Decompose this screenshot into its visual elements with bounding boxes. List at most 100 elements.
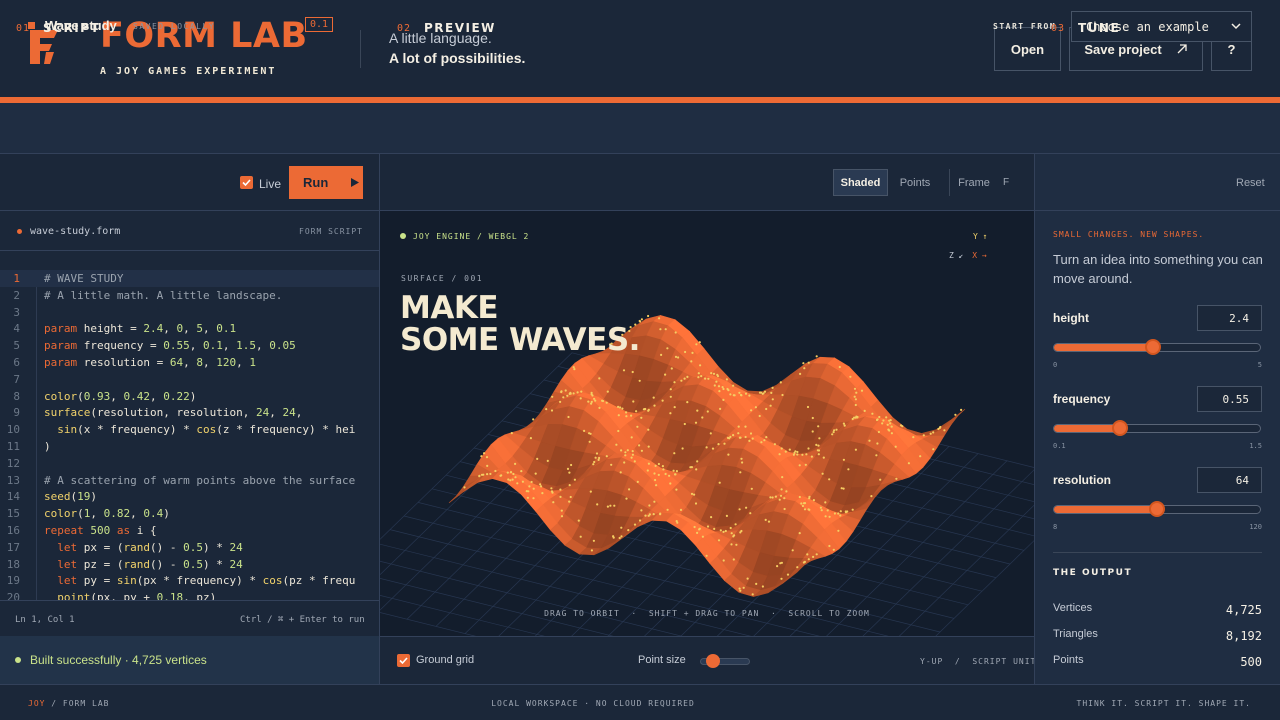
line-number: 4 <box>13 322 20 336</box>
output-value: 4,725 <box>1225 603 1262 617</box>
code-line[interactable]: 8 color(0.93, 0.42, 0.22) <box>0 388 379 405</box>
preview-panel-title: PREVIEW <box>424 21 496 35</box>
code-line[interactable]: 15 color(1, 0.82, 0.4) <box>0 505 379 522</box>
code-line[interactable]: 2 # A little math. A little landscape. <box>0 287 379 304</box>
surface-tag: SURFACE / 001 <box>401 274 484 283</box>
help-button-label: ? <box>1227 41 1236 57</box>
line-number: 5 <box>13 339 20 353</box>
param-slider-thumb[interactable] <box>1149 501 1165 517</box>
code-line[interactable]: 10 sin(x * frequency) * cos(z * frequenc… <box>0 421 379 438</box>
param-value-input[interactable]: 2.4 <box>1197 305 1262 331</box>
param-slider-thumb[interactable] <box>1111 420 1128 436</box>
code-text: point(px, py + 0.18, pz) <box>57 591 217 600</box>
headline-line-2: SOME WAVES. <box>400 322 640 358</box>
code-text: param height = 2.4, 0, 5, 0.1 <box>44 322 237 336</box>
line-number: 16 <box>6 524 20 537</box>
file-name[interactable]: wave-study.form <box>30 226 120 237</box>
engine-label: JOY ENGINE / WEBGL 2 <box>413 232 530 241</box>
code-line[interactable]: 4 param height = 2.4, 0, 5, 0.1 <box>0 320 379 337</box>
point-size-slider-thumb[interactable] <box>705 654 720 668</box>
code-line[interactable]: 1 # WAVE STUDY <box>0 270 379 287</box>
code-line[interactable]: 9 surface(resolution, resolution, 24, 24, <box>0 404 379 421</box>
open-button-label: Open <box>1010 41 1045 57</box>
code-line[interactable]: 11) <box>0 438 379 455</box>
code-line[interactable]: 5 param frequency = 0.55, 0.1, 1.5, 0.05 <box>0 337 379 354</box>
ground-grid-checkbox[interactable] <box>397 654 410 667</box>
line-number: 13 <box>6 473 20 487</box>
shaded-mode-button[interactable]: Shaded <box>833 169 888 196</box>
run-button-label: Run <box>303 175 329 190</box>
param-min-label: 0 <box>1053 361 1058 369</box>
param-min-label: 0.1 <box>1053 442 1066 450</box>
axis-x-label: X → <box>972 251 987 260</box>
code-text: color(0.93, 0.42, 0.22) <box>44 389 197 403</box>
code-line[interactable]: 20 point(px, py + 0.18, pz) <box>0 589 379 600</box>
code-line[interactable]: 14 seed(19) <box>0 488 379 505</box>
code-line[interactable]: 13 # A scattering of warm points above th… <box>0 472 379 489</box>
toolbar-divider <box>949 169 950 196</box>
live-checkbox[interactable] <box>240 176 253 189</box>
code-line[interactable]: 19 let py = sin(px * frequency) * cos(pz… <box>0 572 379 589</box>
param-value-input[interactable]: 0.55 <box>1197 386 1262 412</box>
frame-button[interactable]: Frame <box>957 169 991 196</box>
tune-description: Turn an idea into something you can move… <box>1053 252 1263 286</box>
code-line[interactable]: 3 <box>0 304 379 321</box>
version-badge: 0.1 <box>305 17 334 32</box>
code-line[interactable]: 6 param resolution = 64, 8, 120, 1 <box>0 354 379 371</box>
file-modified-dot <box>17 229 22 234</box>
param-min-label: 8 <box>1053 523 1058 531</box>
param-slider-thumb[interactable] <box>1144 339 1161 355</box>
orientation-label: Y-UP / SCRIPT UNITS <box>920 657 1043 666</box>
code-text: repeat 500 as i { <box>44 524 157 537</box>
line-number: 2 <box>13 288 20 302</box>
line-number: 8 <box>13 389 20 403</box>
reset-button[interactable]: Reset <box>1236 177 1265 189</box>
code-line[interactable]: 16 repeat 500 as i { <box>0 522 379 539</box>
run-button[interactable]: Run <box>289 166 363 199</box>
preview-panel-number: 02 <box>397 23 412 34</box>
code-text: seed(19) <box>44 490 97 504</box>
points-mode-button[interactable]: Points <box>893 169 937 196</box>
code-line[interactable]: 12 <box>0 455 379 472</box>
line-number: 9 <box>13 406 20 420</box>
header-divider <box>360 30 361 68</box>
cursor-position: Ln 1, Col 1 <box>15 615 75 625</box>
output-key: Points <box>1053 654 1084 666</box>
param-label: height <box>1053 311 1089 325</box>
code-line[interactable]: 17 let px = (rand() - 0.5) * 24 <box>0 539 379 556</box>
code-line[interactable]: 7 <box>0 371 379 388</box>
code-line[interactable]: 18 let pz = (rand() - 0.5) * 24 <box>0 556 379 573</box>
code-text: let pz = (rand() - 0.5) * 24 <box>57 557 243 571</box>
param-slider-fill <box>1054 425 1120 432</box>
param-label: frequency <box>1053 392 1111 406</box>
line-number: 20 <box>6 591 20 600</box>
code-text: # A little math. A little landscape. <box>44 288 283 302</box>
param-slider[interactable] <box>1053 424 1261 433</box>
code-editor[interactable]: 1 # WAVE STUDY 2 # A little math. A little … <box>0 270 379 600</box>
code-text: sin(x * frequency) * cos(z * frequency) … <box>57 423 356 437</box>
save-project-label: Save project <box>1084 41 1162 57</box>
build-status: Built successfully · 4,725 vertices <box>30 653 207 667</box>
tune-kicker: SMALL CHANGES. NEW SHAPES. <box>1053 230 1205 239</box>
code-text: param frequency = 0.55, 0.1, 1.5, 0.05 <box>44 339 296 353</box>
preview-headline: MAKE SOME WAVES. <box>400 292 640 356</box>
line-number: 18 <box>6 557 20 571</box>
line-number: 14 <box>6 490 20 504</box>
save-status: SAVED LOCALLY <box>133 22 216 31</box>
line-number: 19 <box>6 574 20 588</box>
line-number: 11 <box>6 440 20 453</box>
frame-shortcut-key: F <box>1002 177 1010 188</box>
output-value: 500 <box>1240 655 1262 669</box>
tune-divider <box>1053 552 1262 553</box>
param-label: resolution <box>1053 473 1112 487</box>
live-label: Live <box>259 177 282 191</box>
footer-right: THINK IT. SCRIPT IT. SHAPE IT. <box>1076 699 1251 708</box>
code-text: # A scattering of warm points above the … <box>44 473 356 487</box>
engine-status-dot <box>400 233 406 239</box>
param-value-input[interactable]: 64 <box>1197 467 1262 493</box>
code-text: param resolution = 64, 8, 120, 1 <box>44 356 256 369</box>
output-title: THE OUTPUT <box>1053 568 1133 578</box>
line-number: 17 <box>6 540 20 554</box>
chevron-down-icon <box>1231 23 1241 30</box>
play-icon <box>351 178 360 187</box>
